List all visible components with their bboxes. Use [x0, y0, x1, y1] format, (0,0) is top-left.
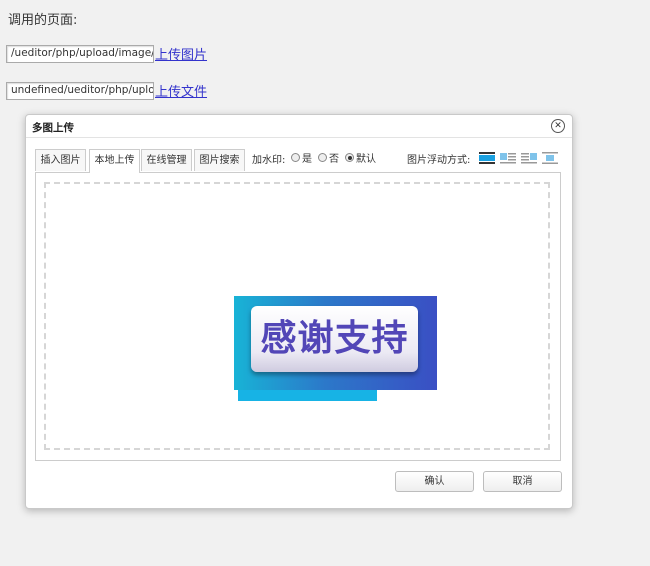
upload-image-link[interactable]: 上传图片: [155, 44, 207, 63]
tab-online-manage[interactable]: 在线管理: [141, 149, 192, 171]
float-right-icon[interactable]: [521, 152, 537, 165]
page-title: 调用的页面:: [8, 13, 78, 28]
close-icon[interactable]: ✕: [551, 119, 565, 133]
watermark-no-radio[interactable]: [318, 153, 327, 162]
confirm-button[interactable]: 确认: [395, 471, 474, 492]
watermark-yes-label: 是: [302, 154, 312, 165]
cancel-button[interactable]: 取消: [483, 471, 562, 492]
float-center-icon[interactable]: [542, 152, 558, 165]
watermark-yes-radio[interactable]: [291, 153, 300, 162]
file-path-row: undefined/ueditor/php/upload 上传文件: [6, 81, 207, 100]
image-path-row: /ueditor/php/upload/image/20 上传图片: [6, 44, 207, 63]
thanks-overlay-text: 感谢支持: [251, 306, 418, 372]
dialog-title: 多图上传: [32, 122, 74, 134]
watermark-default-label: 默认: [356, 154, 376, 165]
multi-image-upload-dialog: 多图上传 ✕ 插入图片 本地上传 在线管理 图片搜索 加水印: 是 否 默认 图…: [25, 114, 573, 509]
tab-insert-image[interactable]: 插入图片: [35, 149, 86, 171]
dialog-title-bar[interactable]: 多图上传 ✕: [26, 115, 572, 138]
thanks-overlay-banner: 感谢支持: [234, 296, 437, 390]
watermark-label: 加水印:: [252, 155, 286, 166]
watermark-default-radio[interactable]: [345, 153, 354, 162]
image-path-input[interactable]: /ueditor/php/upload/image/20: [6, 44, 154, 63]
float-left-icon[interactable]: [500, 152, 516, 165]
file-path-input[interactable]: undefined/ueditor/php/upload: [6, 81, 154, 100]
watermark-radio-group: 是 否 默认: [291, 150, 382, 165]
float-none-icon[interactable]: [479, 152, 495, 165]
local-upload-panel: 感谢支持: [35, 172, 561, 461]
watermark-no-label: 否: [329, 154, 339, 165]
float-mode-label: 图片浮动方式:: [407, 155, 471, 166]
tab-image-search[interactable]: 图片搜索: [194, 149, 245, 171]
tab-local-upload[interactable]: 本地上传: [89, 149, 140, 173]
upload-file-link[interactable]: 上传文件: [155, 81, 207, 100]
